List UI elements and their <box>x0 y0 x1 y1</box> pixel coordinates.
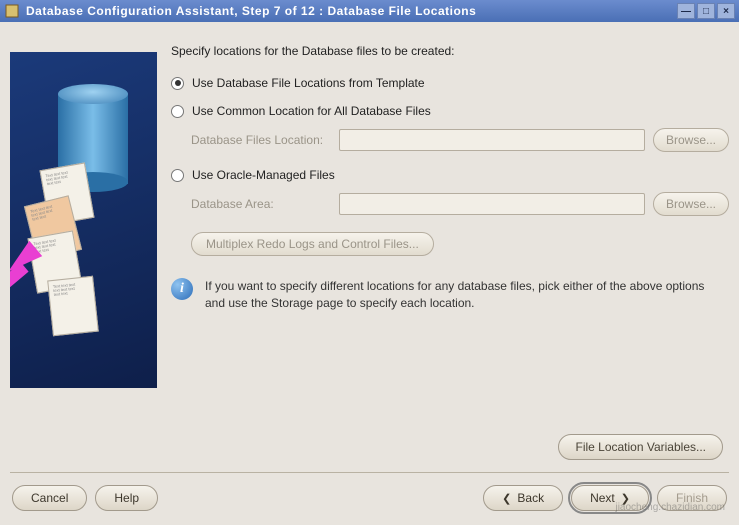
radio-icon[interactable] <box>171 77 184 90</box>
option-label: Use Database File Locations from Templat… <box>192 76 425 90</box>
database-files-location-row: Database Files Location: Browse... <box>191 128 729 152</box>
finish-button: Finish <box>657 485 727 511</box>
divider <box>10 472 729 473</box>
content-area: Text text texttext text texttext text Te… <box>0 22 739 434</box>
browse-button[interactable]: Browse... <box>653 128 729 152</box>
sidebar-graphic: Text text texttext text texttext text Te… <box>10 52 157 388</box>
document-icon: Text text texttext text texttext text <box>47 276 99 337</box>
database-area-input[interactable] <box>339 193 645 215</box>
browse-button[interactable]: Browse... <box>653 192 729 216</box>
option-template[interactable]: Use Database File Locations from Templat… <box>171 76 729 90</box>
option-oracle-managed-files[interactable]: Use Oracle-Managed Files <box>171 168 729 182</box>
window-title: Database Configuration Assistant, Step 7… <box>26 4 677 18</box>
database-files-location-input[interactable] <box>339 129 645 151</box>
chevron-right-icon: ❯ <box>621 492 630 505</box>
title-bar: Database Configuration Assistant, Step 7… <box>0 0 739 22</box>
close-button[interactable]: × <box>717 3 735 19</box>
app-icon <box>4 3 20 19</box>
radio-icon[interactable] <box>171 105 184 118</box>
option-label: Use Common Location for All Database Fil… <box>192 104 431 118</box>
field-label: Database Files Location: <box>191 133 331 147</box>
maximize-button[interactable]: □ <box>697 3 715 19</box>
footer: Cancel Help ❮ Back Next ❯ Finish <box>0 477 739 525</box>
chevron-left-icon: ❮ <box>502 492 511 505</box>
database-area-row: Database Area: Browse... <box>191 192 729 216</box>
option-common-location[interactable]: Use Common Location for All Database Fil… <box>171 104 729 118</box>
page-instruction: Specify locations for the Database files… <box>171 44 729 58</box>
file-location-variables-row: File Location Variables... <box>0 434 739 468</box>
info-text: If you want to specify different locatio… <box>205 278 719 312</box>
back-label: Back <box>517 491 544 505</box>
multiplex-button[interactable]: Multiplex Redo Logs and Control Files... <box>191 232 434 256</box>
option-label: Use Oracle-Managed Files <box>192 168 335 182</box>
multiplex-row: Multiplex Redo Logs and Control Files... <box>191 232 729 256</box>
radio-icon[interactable] <box>171 169 184 182</box>
info-icon: i <box>171 278 193 300</box>
help-button[interactable]: Help <box>95 485 158 511</box>
cancel-button[interactable]: Cancel <box>12 485 87 511</box>
back-button[interactable]: ❮ Back <box>483 485 563 511</box>
info-panel: i If you want to specify different locat… <box>171 278 729 312</box>
minimize-button[interactable]: — <box>677 3 695 19</box>
next-label: Next <box>590 491 615 505</box>
next-button[interactable]: Next ❯ <box>571 485 649 511</box>
main-panel: Specify locations for the Database files… <box>171 32 729 424</box>
file-location-variables-button[interactable]: File Location Variables... <box>558 434 723 460</box>
client-area: Text text texttext text texttext text Te… <box>0 22 739 525</box>
window-buttons: — □ × <box>677 3 735 19</box>
field-label: Database Area: <box>191 197 331 211</box>
